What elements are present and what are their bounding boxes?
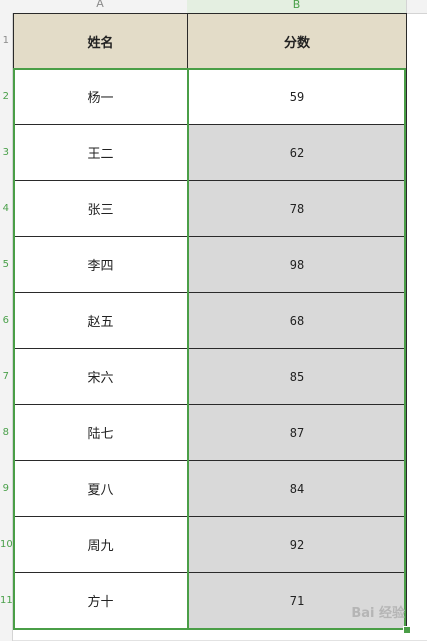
name-cell[interactable]: 李四 [13,236,188,293]
fill-handle[interactable] [403,626,411,634]
name-cell[interactable]: 宋六 [13,348,188,405]
row-header-3[interactable]: 3 [0,147,9,158]
row-header-5[interactable]: 5 [0,259,9,270]
column-separator[interactable] [406,0,407,13]
name-cell[interactable]: 杨一 [13,68,188,125]
score-cell[interactable]: 87 [187,404,407,461]
row-header-bar: 1 2 3 4 5 6 7 8 9 10 11 [0,13,13,641]
row-header-2[interactable]: 2 [0,91,9,102]
score-cell[interactable]: 85 [187,348,407,405]
name-cell[interactable]: 陆七 [13,404,188,461]
row-header-9[interactable]: 9 [0,483,9,494]
score-cell[interactable]: 92 [187,516,407,573]
score-cell[interactable]: 68 [187,292,407,349]
score-cell[interactable]: 78 [187,180,407,237]
name-cell[interactable]: 赵五 [13,292,188,349]
header-cell-name[interactable]: 姓名 [13,13,188,69]
row-header-10[interactable]: 10 [0,539,13,550]
row-header-1[interactable]: 1 [0,35,9,46]
score-cell[interactable]: 98 [187,236,407,293]
score-cell[interactable]: 84 [187,460,407,517]
row-header-4[interactable]: 4 [0,203,9,214]
empty-row[interactable] [13,628,427,641]
row-header-8[interactable]: 8 [0,427,9,438]
name-cell[interactable]: 夏八 [13,460,188,517]
name-cell[interactable]: 张三 [13,180,188,237]
column-header-a[interactable]: A [13,0,187,10]
header-cell-score[interactable]: 分数 [187,13,407,69]
column-header-bar: A B [0,0,427,14]
score-cell[interactable]: 71 [187,572,407,629]
spreadsheet: A B 1 2 3 4 5 6 7 8 9 10 11 姓名 分数 杨一 59 … [0,0,427,641]
row-header-7[interactable]: 7 [0,371,9,382]
name-cell[interactable]: 王二 [13,124,188,181]
row-header-6[interactable]: 6 [0,315,9,326]
score-cell[interactable]: 62 [187,124,407,181]
row-header-11[interactable]: 11 [0,595,13,606]
cell-grid: 姓名 分数 杨一 59 王二 62 张三 78 李四 98 赵五 68 宋六 8… [13,13,427,641]
column-header-b[interactable]: B [187,0,406,13]
name-cell[interactable]: 周九 [13,516,188,573]
score-cell[interactable]: 59 [187,68,407,125]
name-cell[interactable]: 方十 [13,572,188,629]
